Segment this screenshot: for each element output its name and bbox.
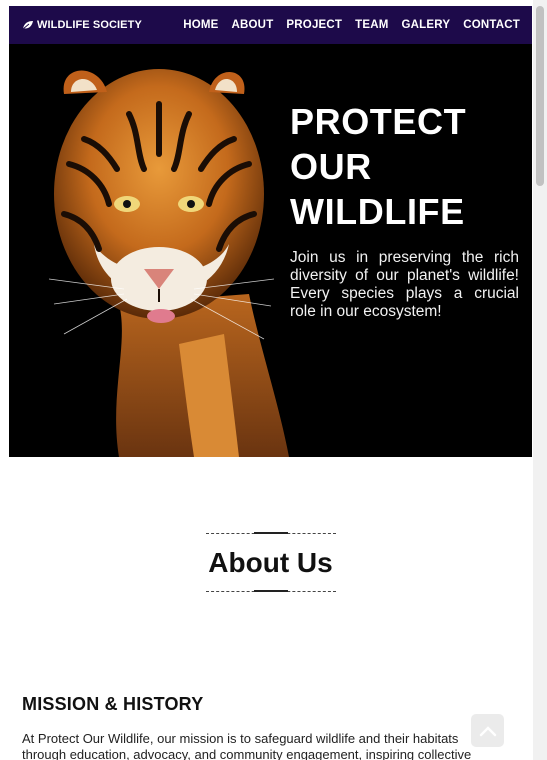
nav-project[interactable]: PROJECT [286, 19, 342, 31]
about-section: About Us MISSION & HISTORY At Protect Ou… [9, 457, 532, 760]
leaf-icon [22, 21, 33, 30]
mission-text: At Protect Our Wildlife, our mission is … [22, 731, 472, 760]
tiger-image [9, 44, 299, 457]
hero-text: PROTECT OUR WILDLIFE Join us in preservi… [290, 99, 519, 321]
brand-name: WILDLIFE SOCIETY [37, 19, 142, 31]
hero-title-line: OUR [290, 146, 372, 187]
scrollbar-thumb[interactable] [536, 6, 544, 186]
nav-team[interactable]: TEAM [355, 19, 388, 31]
nav-contact[interactable]: CONTACT [463, 19, 520, 31]
hero-title: PROTECT OUR WILDLIFE [290, 99, 519, 234]
chevron-up-icon [479, 725, 496, 736]
page: WILDLIFE SOCIETY HOME ABOUT PROJECT TEAM… [9, 6, 532, 760]
mission-heading: MISSION & HISTORY [22, 694, 204, 714]
about-title: About Us [208, 547, 333, 578]
decorative-divider [205, 532, 336, 535]
nav-galery[interactable]: GALERY [402, 19, 451, 31]
decorative-divider [205, 590, 336, 593]
hero-title-line: WILDLIFE [290, 191, 465, 232]
nav-about[interactable]: ABOUT [232, 19, 274, 31]
hero-title-line: PROTECT [290, 101, 467, 142]
nav-home[interactable]: HOME [183, 19, 218, 31]
brand-logo[interactable]: WILDLIFE SOCIETY [22, 19, 142, 31]
mission-block: MISSION & HISTORY At Protect Our Wildlif… [22, 694, 492, 760]
page-scrollbar[interactable] [533, 0, 547, 760]
navbar: WILDLIFE SOCIETY HOME ABOUT PROJECT TEAM… [9, 6, 532, 44]
about-header: About Us [9, 532, 532, 593]
hero-description: Join us in preserving the rich diversity… [290, 249, 519, 320]
main-nav: HOME ABOUT PROJECT TEAM GALERY CONTACT [170, 19, 520, 31]
hero-section: PROTECT OUR WILDLIFE Join us in preservi… [9, 44, 532, 457]
scroll-to-top-button[interactable] [471, 714, 504, 747]
